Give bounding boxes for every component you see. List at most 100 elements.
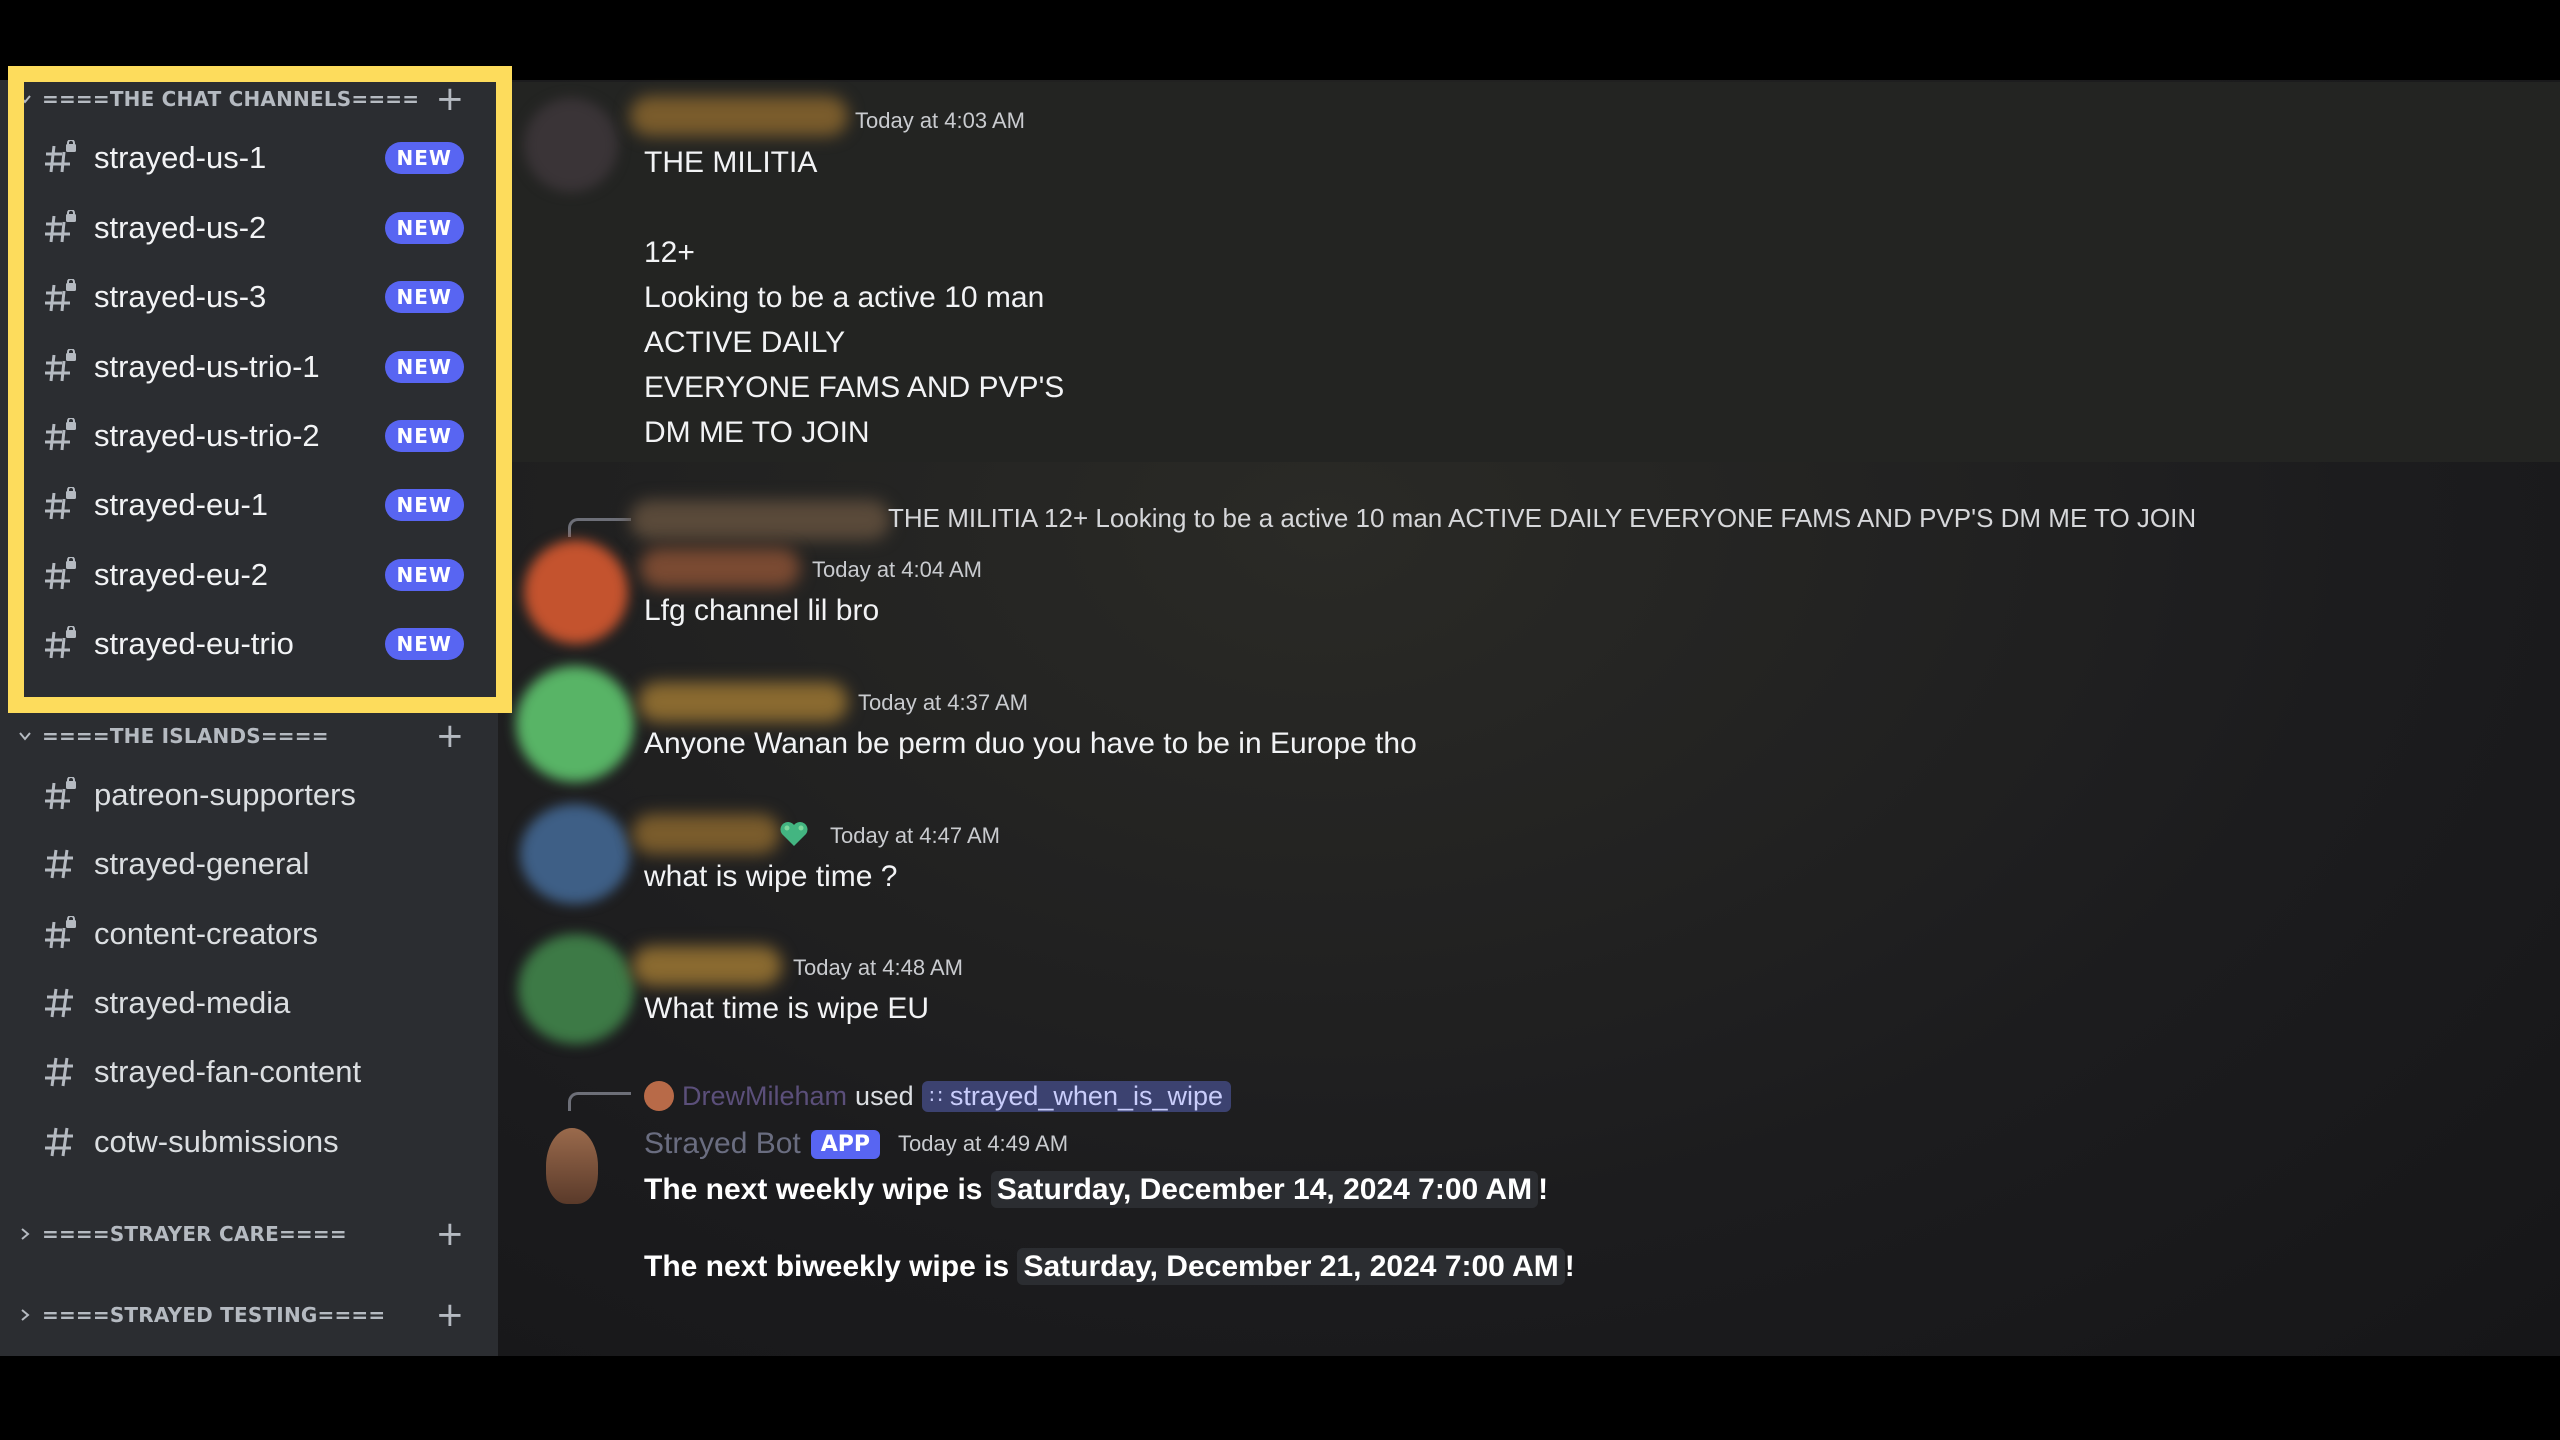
channel-strayed-us-2[interactable]: strayed-us-2 NEW: [32, 201, 478, 255]
message-line: EVERYONE FAMS AND PVP'S: [644, 371, 1065, 404]
add-channel-icon[interactable]: +: [430, 1214, 470, 1254]
channel-strayed-us-trio-2[interactable]: strayed-us-trio-2 NEW: [32, 409, 478, 463]
channel-name: strayed-us-2: [94, 210, 267, 245]
category-strayed-testing[interactable]: ====STRAYED TESTING==== +: [0, 1295, 498, 1335]
category-label: ====THE ISLANDS====: [42, 724, 329, 748]
avatar[interactable]: [546, 1128, 598, 1204]
category-chat-channels[interactable]: ====THE CHAT CHANNELS==== +: [0, 79, 498, 119]
timestamp: Today at 4:48 AM: [793, 955, 963, 980]
hashtag-lock-icon: [40, 277, 80, 317]
command-invocation: DrewMileham used ∷ strayed_when_is_wipe: [644, 1076, 1232, 1116]
line-prefix: The next biweekly wipe is: [644, 1250, 1018, 1283]
avatar[interactable]: [518, 934, 634, 1044]
message-line: 12+: [644, 236, 695, 269]
channel-name: strayed-eu-1: [94, 487, 269, 522]
wipe-line-weekly: The next weekly wipe is Saturday, Decemb…: [644, 1171, 1548, 1208]
channel-patreon-supporters[interactable]: patreon-supporters: [32, 768, 478, 822]
avatar[interactable]: [516, 666, 634, 782]
message-text: Lfg channel lil bro: [644, 594, 880, 627]
channel-content-creators[interactable]: content-creators: [32, 907, 478, 961]
invoker-name[interactable]: DrewMileham: [682, 1081, 847, 1112]
channel-name: strayed-eu-2: [94, 557, 269, 592]
invoker-avatar-icon[interactable]: [644, 1081, 674, 1111]
avatar[interactable]: [524, 540, 628, 644]
chevron-down-icon: [8, 91, 42, 107]
hashtag-lock-icon: [40, 555, 80, 595]
channel-name: strayed-us-trio-1: [94, 349, 320, 384]
channel-name: strayed-general: [94, 846, 310, 881]
channel-strayed-eu-1[interactable]: strayed-eu-1 NEW: [32, 478, 478, 532]
channel-strayed-eu-trio[interactable]: strayed-eu-trio NEW: [32, 617, 478, 671]
message-line: Looking to be a active 10 man: [644, 281, 1045, 314]
new-badge: NEW: [384, 559, 464, 591]
category-label: ====THE CHAT CHANNELS====: [42, 87, 420, 111]
timestamp: Today at 4:47 AM: [830, 823, 1000, 848]
add-channel-icon[interactable]: +: [430, 716, 470, 756]
new-badge: NEW: [384, 212, 464, 244]
channel-strayed-fan-content[interactable]: strayed-fan-content: [32, 1045, 478, 1099]
new-badge: NEW: [384, 142, 464, 174]
channel-cotw-submissions[interactable]: cotw-submissions: [32, 1115, 478, 1169]
channel-strayed-us-1[interactable]: strayed-us-1 NEW: [32, 131, 478, 185]
bot-name[interactable]: Strayed Bot: [644, 1127, 801, 1161]
channel-name: strayed-us-3: [94, 279, 267, 314]
reply-connector: [568, 518, 631, 537]
new-badge: NEW: [384, 420, 464, 452]
hashtag-lock-icon: [40, 138, 80, 178]
heart-badge-icon: [778, 818, 810, 850]
slash-command-chip[interactable]: ∷ strayed_when_is_wipe: [921, 1080, 1232, 1112]
hashtag-lock-icon: [40, 347, 80, 387]
category-the-islands[interactable]: ====THE ISLANDS==== +: [0, 716, 498, 756]
timestamp: Today at 4:03 AM: [855, 108, 1025, 133]
channel-strayed-media[interactable]: strayed-media: [32, 976, 478, 1030]
hashtag-lock-icon: [40, 914, 80, 954]
command-connector: [568, 1092, 631, 1111]
chevron-right-icon: [8, 1226, 42, 1242]
message-text: What time is wipe EU: [644, 992, 930, 1025]
category-strayer-care[interactable]: ====STRAYER CARE==== +: [0, 1214, 498, 1254]
hashtag-lock-icon: [40, 485, 80, 525]
channel-name: strayed-fan-content: [94, 1054, 362, 1089]
add-channel-icon[interactable]: +: [430, 79, 470, 119]
channel-name: cotw-submissions: [94, 1124, 339, 1159]
hashtag-lock-icon: [40, 624, 80, 664]
message-line: THE MILITIA: [644, 146, 818, 179]
avatar[interactable]: [524, 98, 618, 192]
username-redacted[interactable]: [632, 814, 780, 854]
message-hover-highlight: [498, 82, 2560, 462]
line-suffix: !: [1564, 1250, 1575, 1283]
timestamp: Today at 4:04 AM: [812, 557, 982, 582]
message-text: what is wipe time ?: [644, 860, 898, 893]
discord-window: ====THE CHAT CHANNELS==== + strayed-us-1…: [0, 0, 2560, 1440]
used-label: used: [855, 1080, 914, 1111]
username-redacted[interactable]: [630, 96, 848, 136]
command-name: strayed_when_is_wipe: [949, 1080, 1224, 1111]
chevron-right-icon: [8, 1307, 42, 1323]
hashtag-lock-icon: [40, 416, 80, 456]
avatar[interactable]: [520, 804, 630, 904]
add-channel-icon[interactable]: +: [430, 1295, 470, 1335]
channel-name: patreon-supporters: [94, 777, 356, 812]
channel-strayed-us-3[interactable]: strayed-us-3 NEW: [32, 270, 478, 324]
reply-preview[interactable]: THE MILITIA 12+ Looking to be a active 1…: [888, 503, 2196, 534]
timestamp: Today at 4:49 AM: [898, 1131, 1069, 1156]
reply-author-redacted[interactable]: [630, 500, 890, 540]
line-prefix: The next weekly wipe is: [644, 1173, 991, 1206]
channel-strayed-general[interactable]: strayed-general: [32, 837, 478, 891]
hashtag-lock-icon: [40, 208, 80, 248]
wipe-line-biweekly: The next biweekly wipe is Saturday, Dece…: [644, 1248, 1575, 1285]
username-redacted[interactable]: [632, 946, 782, 986]
category-label: ====STRAYED TESTING====: [42, 1303, 386, 1327]
new-badge: NEW: [384, 351, 464, 383]
channel-strayed-us-trio-1[interactable]: strayed-us-trio-1 NEW: [32, 340, 478, 394]
username-redacted[interactable]: [640, 548, 800, 588]
app-tag: APP: [810, 1129, 881, 1159]
chevron-down-icon: [8, 728, 42, 744]
command-icon: ∷: [929, 1085, 943, 1108]
channel-strayed-eu-2[interactable]: strayed-eu-2 NEW: [32, 548, 478, 602]
new-badge: NEW: [384, 489, 464, 521]
channel-name: strayed-eu-trio: [94, 626, 294, 661]
hashtag-icon: [40, 1122, 80, 1162]
username-redacted[interactable]: [638, 682, 848, 722]
wipe-date: Saturday, December 14, 2024 7:00 AM: [990, 1171, 1539, 1208]
